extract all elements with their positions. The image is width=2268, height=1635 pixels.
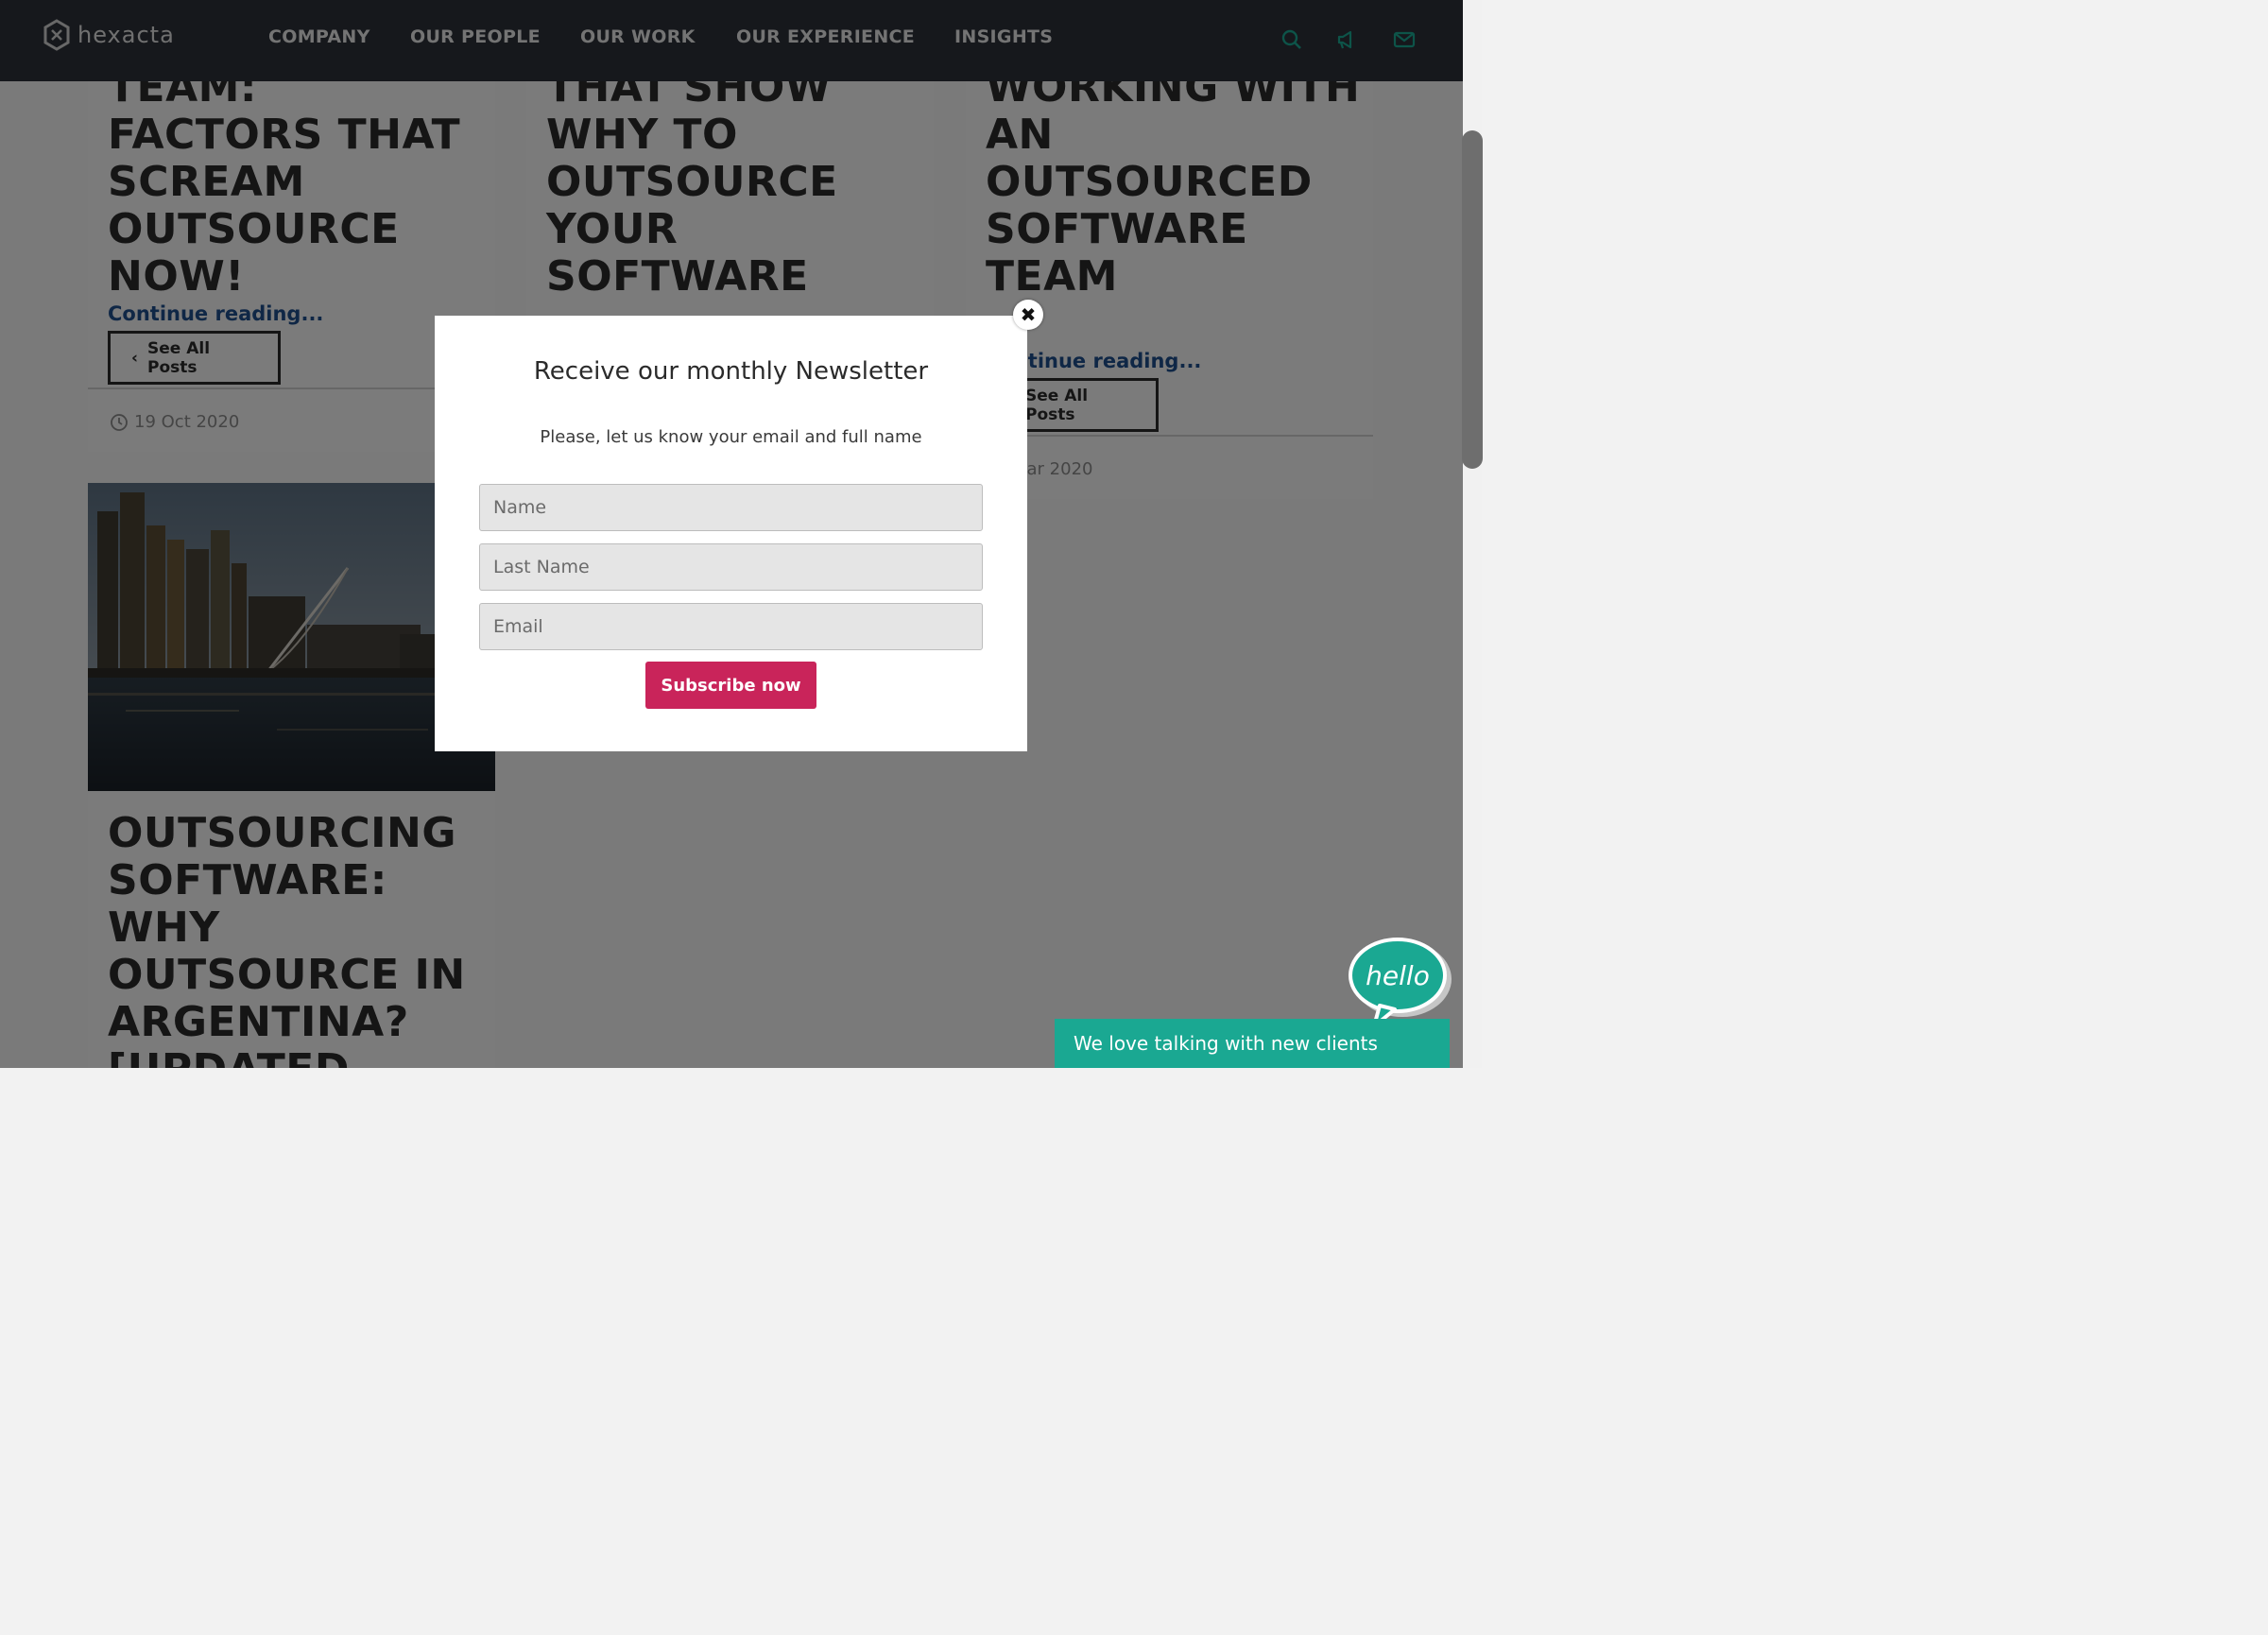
chat-bar-text: We love talking with new clients bbox=[1074, 1032, 1378, 1055]
speech-bubble-icon: hello bbox=[1349, 938, 1452, 1028]
name-field[interactable] bbox=[479, 484, 983, 531]
chat-hello-bubble[interactable]: hello bbox=[1346, 936, 1457, 1030]
last-name-field[interactable] bbox=[479, 543, 983, 591]
chat-bar[interactable]: We love talking with new clients bbox=[1055, 1019, 1450, 1068]
page-scrollbar-thumb[interactable] bbox=[1462, 130, 1483, 469]
email-field[interactable] bbox=[479, 603, 983, 650]
close-icon: ✖ bbox=[1020, 303, 1037, 326]
newsletter-modal: Receive our monthly Newsletter Please, l… bbox=[435, 316, 1027, 751]
close-modal-button[interactable]: ✖ bbox=[1013, 300, 1043, 330]
subscribe-button[interactable]: Subscribe now bbox=[645, 662, 816, 709]
hello-text: hello bbox=[1366, 960, 1430, 991]
modal-subtitle: Please, let us know your email and full … bbox=[540, 427, 922, 447]
modal-title: Receive our monthly Newsletter bbox=[533, 357, 929, 386]
